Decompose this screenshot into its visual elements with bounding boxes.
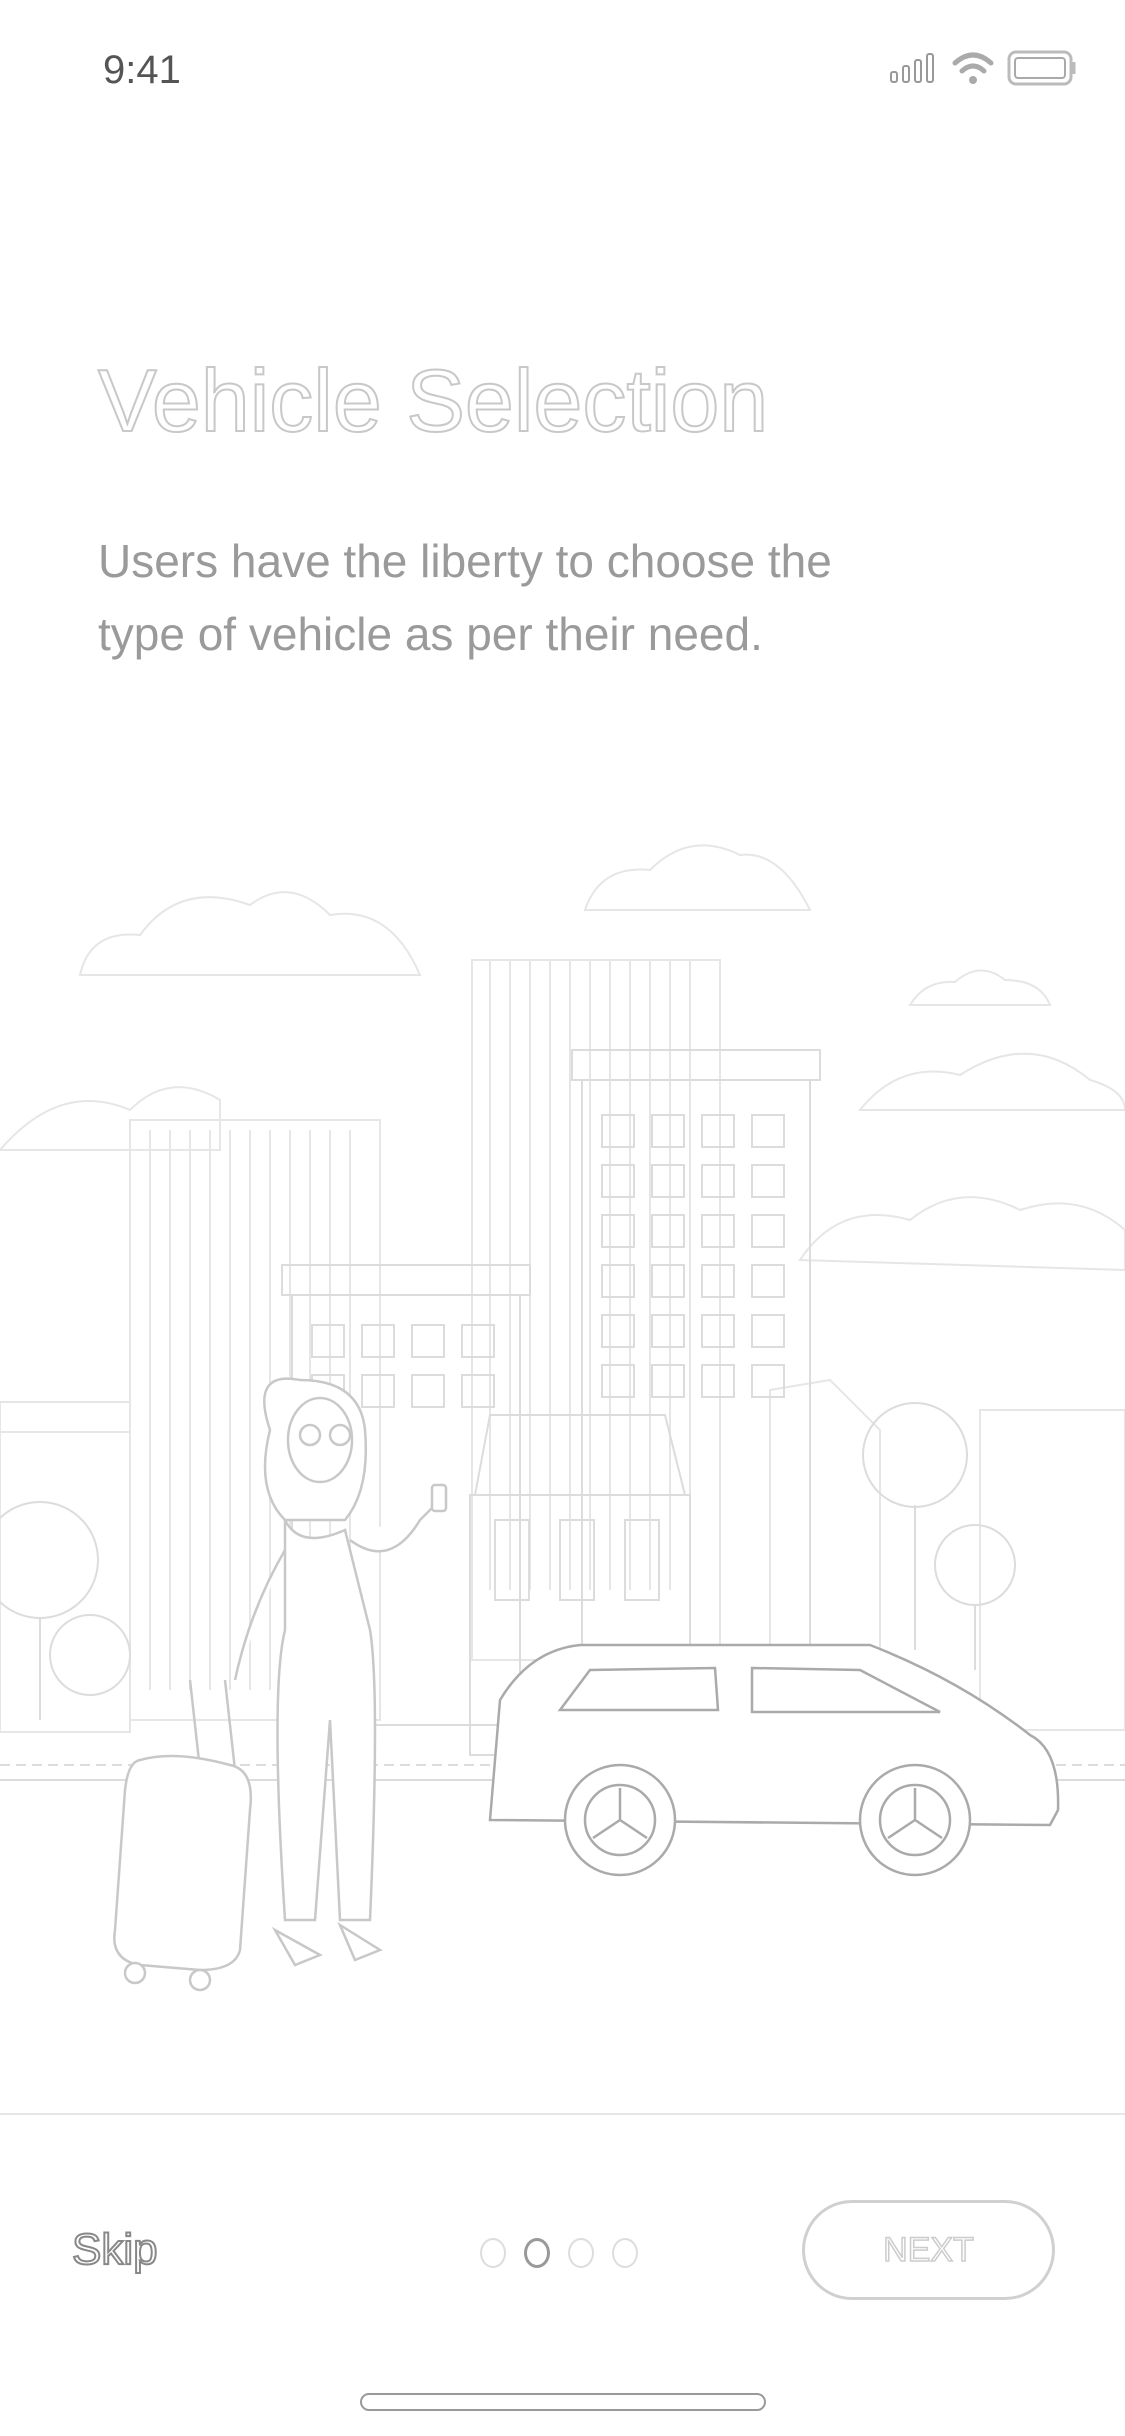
- next-button-label: NEXT: [882, 2230, 974, 2270]
- car-icon: [488, 1643, 1060, 1877]
- page-dot-2-active[interactable]: [524, 2238, 550, 2268]
- tree-icon: [934, 1524, 1016, 1606]
- cloud-icon: [583, 844, 812, 911]
- tree-icon: [862, 1402, 968, 1508]
- page-indicator[interactable]: [480, 2238, 638, 2268]
- page-dot-4[interactable]: [612, 2238, 638, 2268]
- next-button[interactable]: NEXT: [802, 2200, 1055, 2300]
- status-icons: [889, 50, 1079, 86]
- battery-icon: [1007, 50, 1076, 86]
- cloud-icon: [908, 969, 1052, 1006]
- wifi-icon: [952, 52, 994, 84]
- cloud-icon: [78, 891, 422, 976]
- tree-icon: [49, 1614, 131, 1696]
- suitcase-icon: [113, 1754, 253, 1972]
- status-time: 9:41: [103, 48, 181, 92]
- page-description: Users have the liberty to choose the typ…: [98, 535, 832, 660]
- woman-traveler-figure: [113, 1377, 448, 1992]
- page-title: Vehicle Selection: [97, 350, 769, 451]
- page-dot-1[interactable]: [480, 2238, 506, 2268]
- page-dot-3[interactable]: [568, 2238, 594, 2268]
- skip-button[interactable]: Skip: [71, 2224, 159, 2275]
- illustration-divider: [0, 2113, 1125, 2115]
- home-indicator[interactable]: [360, 2393, 766, 2411]
- city-illustration: [0, 844, 1125, 1992]
- tree-icon: [0, 1501, 99, 1619]
- cellular-signal-icon: [890, 53, 934, 83]
